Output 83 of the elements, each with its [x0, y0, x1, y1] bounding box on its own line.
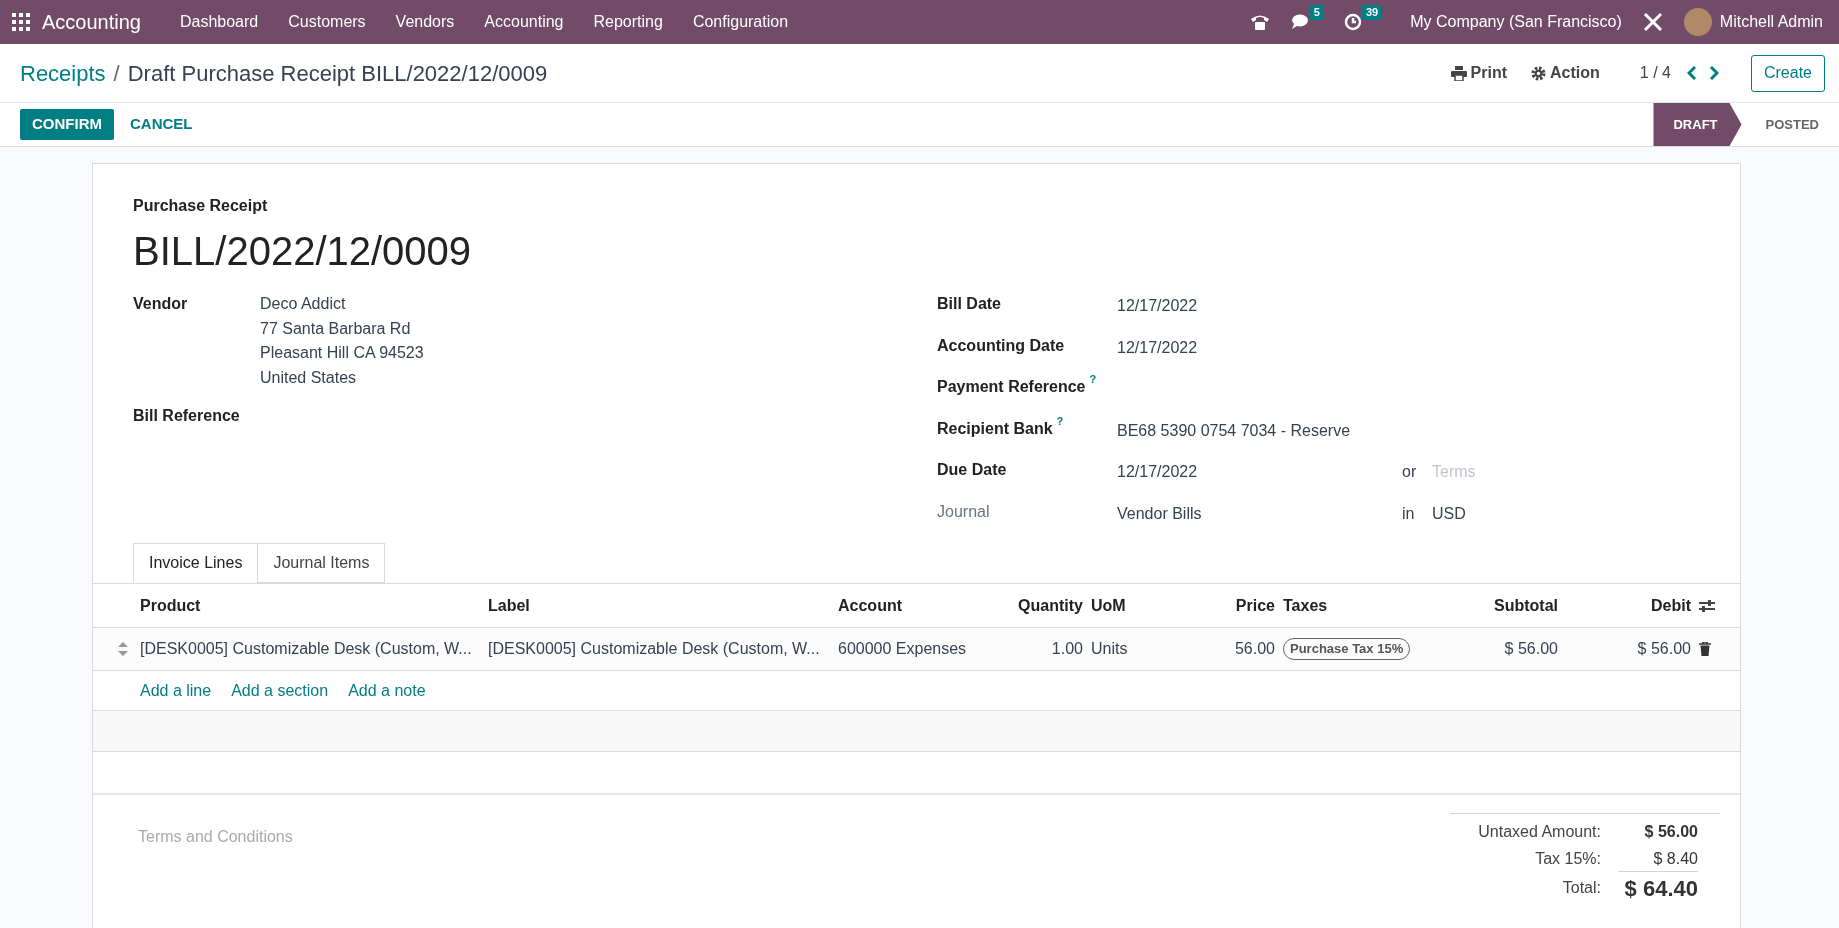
chat-icon[interactable] — [1289, 13, 1310, 31]
column-settings-icon[interactable] — [1699, 598, 1715, 613]
gear-icon — [1531, 65, 1547, 81]
field-value[interactable]: 12/17/2022 — [1117, 297, 1198, 314]
add-line-link[interactable]: Add a line — [140, 678, 212, 703]
create-button[interactable]: Create — [1750, 54, 1825, 92]
vendor-address-line: United States — [260, 367, 358, 388]
currency-field[interactable]: USD — [1432, 499, 1466, 526]
add-line-link[interactable]: Add a section — [231, 678, 329, 703]
total-value: $ 64.40 — [1618, 871, 1698, 905]
messages-count-badge: 5 — [1309, 5, 1324, 20]
table-cell-text: 56.00 — [1233, 639, 1275, 659]
total-value: $ 56.00 — [1643, 821, 1698, 842]
field-label: Vendor — [133, 294, 189, 314]
menu-item[interactable]: Configuration — [677, 10, 804, 34]
breadcrumb-separator: / — [113, 59, 120, 88]
user-name[interactable]: Mitchell Admin — [1719, 10, 1823, 34]
document-number: BILL/2022/12/0009 — [133, 228, 473, 275]
next-icon[interactable] — [1708, 66, 1719, 80]
clock-icon[interactable] — [1343, 13, 1362, 31]
column-header[interactable]: Price — [1195, 593, 1275, 618]
breadcrumb-current: Draft Purchase Receipt BILL/2022/12/0009 — [127, 59, 548, 88]
column-header[interactable]: Account — [838, 593, 983, 618]
vendor-address-line: Deco Addict — [260, 294, 347, 314]
table-cell-text: Units — [1090, 639, 1129, 659]
print-button[interactable]: Print — [1450, 61, 1508, 85]
add-line-link[interactable]: Add a note — [348, 678, 426, 703]
table-cell-text: [DESK0005] Customizable Desk (Custom, W... — [140, 639, 473, 659]
total-label: Untaxed Amount: — [1478, 821, 1601, 842]
field-value[interactable]: 12/17/2022 — [1117, 463, 1198, 480]
field-value[interactable]: BE68 5390 0754 7034 - Reserve — [1117, 421, 1351, 439]
menu-item[interactable]: Customers — [273, 10, 381, 34]
menu-item[interactable]: Dashboard — [164, 10, 274, 34]
field-label: Payment Reference — [937, 377, 1086, 397]
total-label: Tax 15%: — [1535, 848, 1601, 869]
status-step[interactable]: DRAFT — [1653, 103, 1742, 146]
tab[interactable]: Journal Items — [257, 543, 386, 583]
column-header[interactable]: Quantity — [983, 593, 1083, 618]
field-label: Recipient Bank — [937, 418, 1053, 439]
column-header[interactable]: Debit — [1558, 593, 1691, 618]
action-button[interactable]: Action — [1531, 61, 1600, 85]
apps-grid-icon[interactable] — [12, 13, 30, 31]
field-label: Accounting Date — [937, 335, 1065, 356]
table-cell-text: 600000 Expenses — [838, 639, 968, 659]
menu-item[interactable]: Accounting — [469, 10, 579, 34]
phone-icon[interactable] — [1249, 13, 1270, 31]
field-joiner: or — [1402, 462, 1418, 482]
trash-icon[interactable] — [1699, 642, 1711, 656]
table-cell-text: $ 56.00 — [1636, 639, 1691, 659]
company-switcher[interactable]: My Company (San Francisco) — [1410, 10, 1622, 34]
table-cell-text: [DESK0005] Customizable Desk (Custom, W... — [488, 639, 821, 659]
field-label: Journal — [937, 501, 990, 522]
document-type-label: Purchase Receipt — [133, 196, 269, 216]
print-icon — [1450, 65, 1467, 81]
activities-count-badge: 39 — [1361, 5, 1383, 20]
field-label: Bill Reference — [133, 406, 241, 427]
column-header[interactable]: Product — [140, 593, 488, 618]
help-tooltip-mark[interactable]: ? — [1056, 412, 1064, 429]
column-header[interactable]: Label — [488, 593, 838, 618]
primary-action-button[interactable]: CONFIRM — [20, 109, 114, 140]
previous-icon[interactable] — [1686, 66, 1697, 80]
column-header[interactable]: UoM — [1083, 593, 1195, 618]
field-label: Due Date — [937, 460, 1007, 480]
help-tooltip-mark[interactable]: ? — [1089, 371, 1097, 388]
vendor-address-line: Pleasant Hill CA 94523 — [260, 343, 424, 364]
field-value[interactable]: 12/17/2022 — [1117, 338, 1198, 356]
field-joiner: in — [1402, 503, 1416, 524]
app-name[interactable]: Accounting — [42, 7, 141, 37]
column-header[interactable]: Taxes — [1275, 593, 1428, 618]
breadcrumb-link[interactable]: Receipts — [20, 56, 106, 90]
menu-item[interactable]: Vendors — [380, 10, 470, 34]
vendor-address-line: 77 Santa Barbara Rd — [260, 318, 412, 339]
column-header[interactable]: Subtotal — [1428, 593, 1558, 618]
drag-handle-icon[interactable] — [118, 642, 128, 656]
total-label: Total: — [1562, 878, 1601, 898]
pager-value: 1 / 4 — [1639, 63, 1671, 83]
field-label: Bill Date — [937, 294, 1001, 314]
tab[interactable]: Invoice Lines — [133, 543, 259, 583]
menu-item[interactable]: Reporting — [578, 10, 678, 34]
table-cell-text: 1.00 — [1050, 639, 1083, 659]
field-value[interactable]: Vendor Bills — [1117, 504, 1202, 522]
total-value: $ 8.40 — [1652, 848, 1698, 869]
table-cell-text: $ 56.00 — [1503, 639, 1558, 659]
